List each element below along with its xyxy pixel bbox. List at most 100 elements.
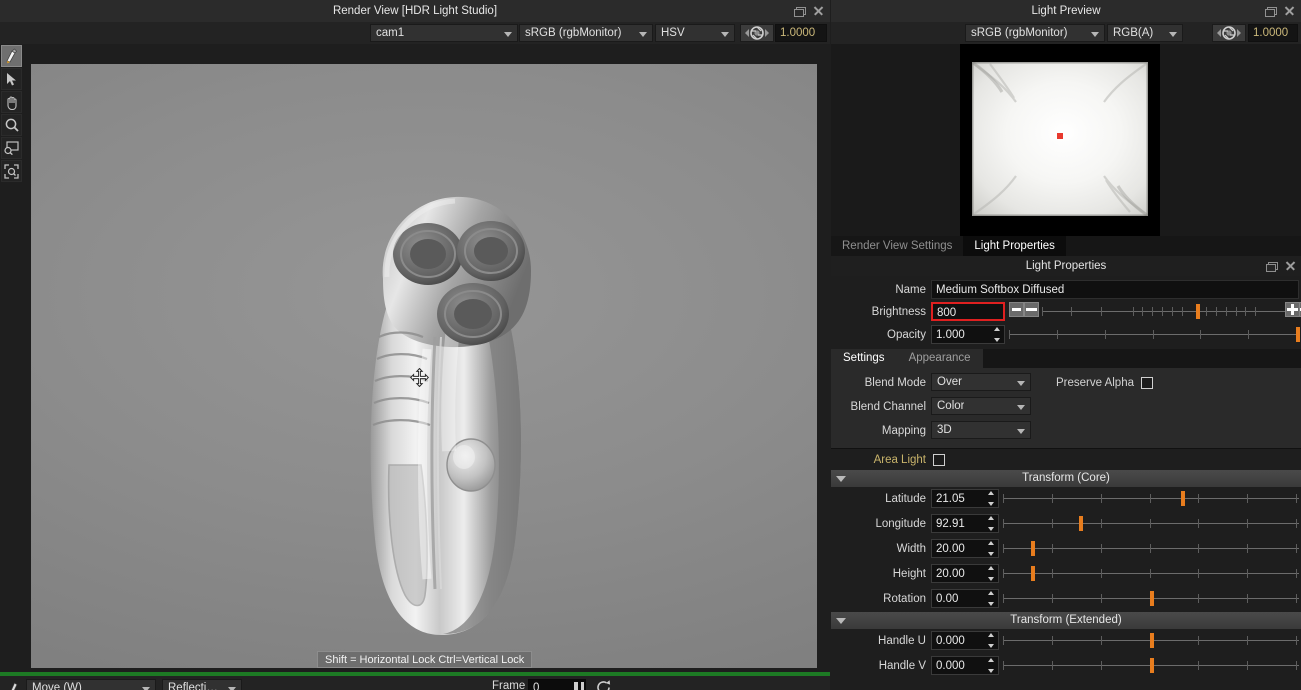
transform-core-slider-handle[interactable] <box>1079 516 1084 531</box>
opacity-stepper[interactable] <box>992 327 1003 342</box>
area-light-checkbox[interactable] <box>933 454 945 466</box>
opacity-input[interactable]: 1.000 <box>931 325 1005 344</box>
aperture-icon[interactable] <box>740 24 774 42</box>
transform-extended-input[interactable]: 0.000 <box>931 631 999 650</box>
transform-core-input[interactable]: 21.05 <box>931 489 999 508</box>
chevron-down-icon <box>504 32 512 37</box>
transform-core-slider[interactable] <box>1003 489 1299 508</box>
transform-extended-slider-handle[interactable] <box>1149 658 1154 673</box>
light-position-marker[interactable] <box>1057 133 1063 139</box>
light-preview-channel-select[interactable]: RGB(A) <box>1107 24 1183 42</box>
transform-core-slider[interactable] <box>1003 514 1299 533</box>
light-preview-channel-value: RGB(A) <box>1113 26 1154 39</box>
brightness-slider-handle[interactable] <box>1196 304 1201 319</box>
close-icon[interactable] <box>1285 261 1295 271</box>
restore-icon[interactable] <box>1266 261 1278 272</box>
transform-core-stepper[interactable] <box>986 566 997 581</box>
transform-core-stepper[interactable] <box>986 541 997 556</box>
tab-light-properties[interactable]: Light Properties <box>963 236 1066 256</box>
transform-extended-header[interactable]: Transform (Extended) <box>831 612 1301 629</box>
transform-core-slider[interactable] <box>1003 539 1299 558</box>
zoom-tool[interactable] <box>1 114 22 136</box>
view-mode-select[interactable]: HSV <box>655 24 735 42</box>
mapping-select[interactable]: 3D <box>931 421 1031 439</box>
close-icon[interactable] <box>1284 6 1294 16</box>
transform-core-slider-handle[interactable] <box>1149 591 1154 606</box>
zoom-region-tool[interactable] <box>1 137 22 159</box>
view-mode-select-value: HSV <box>661 26 685 39</box>
opacity-slider[interactable] <box>1009 325 1301 344</box>
slider-track <box>1003 523 1299 524</box>
transform-core-slider[interactable] <box>1003 564 1299 583</box>
restore-icon[interactable] <box>1265 6 1277 17</box>
zoom-fit-tool[interactable] <box>1 160 22 182</box>
light-name-input[interactable]: Medium Softbox Diffused <box>931 280 1299 299</box>
transform-extended-label: Handle V <box>878 660 926 672</box>
mapping-row: Mapping 3D <box>831 419 1301 443</box>
brightness-decrease-small-button[interactable] <box>1009 302 1024 317</box>
transform-core-stepper[interactable] <box>986 491 997 506</box>
transform-core-value: 21.05 <box>936 493 965 505</box>
blend-channel-select[interactable]: Color <box>931 397 1031 415</box>
transform-extended-slider-handle[interactable] <box>1149 633 1154 648</box>
refresh-icon[interactable] <box>594 678 612 690</box>
transform-extended-slider[interactable] <box>1003 631 1299 650</box>
light-preview-colorspace-select[interactable]: sRGB (rgbMonitor) <box>965 24 1105 42</box>
brightness-slider[interactable] <box>1042 302 1287 321</box>
transform-core-input[interactable]: 20.00 <box>931 539 999 558</box>
camera-select[interactable]: cam1 <box>370 24 518 42</box>
aperture-icon[interactable] <box>1212 24 1246 42</box>
transform-core-value: 20.00 <box>936 543 965 555</box>
interaction-mode-select[interactable]: Reflection (D) <box>162 679 242 690</box>
name-label: Name <box>895 284 926 296</box>
brightness-input[interactable]: 800 <box>931 302 1005 321</box>
exposure-value[interactable]: 1.0000 <box>775 24 827 42</box>
tab-appearance[interactable]: Appearance <box>896 349 983 368</box>
blend-mode-label: Blend Mode <box>864 377 926 389</box>
transform-core-slider-handle[interactable] <box>1031 541 1036 556</box>
light-preview-exposure-value[interactable]: 1.0000 <box>1248 24 1298 42</box>
slider-track <box>1003 498 1299 499</box>
light-preview-window-buttons <box>1265 0 1294 22</box>
light-paint-tool[interactable] <box>1 45 22 67</box>
light-preview-image[interactable] <box>960 44 1160 236</box>
pause-icon[interactable] <box>571 680 587 690</box>
transform-core-input[interactable]: 0.00 <box>931 589 999 608</box>
restore-icon[interactable] <box>794 6 806 17</box>
blend-mode-select[interactable]: Over <box>931 373 1031 391</box>
opacity-slider-handle[interactable] <box>1296 327 1301 342</box>
mapping-label: Mapping <box>881 425 926 437</box>
transform-core-slider-handle[interactable] <box>1031 566 1036 581</box>
select-tool[interactable] <box>1 68 22 90</box>
preserve-alpha-checkbox[interactable] <box>1141 377 1153 389</box>
transform-extended-stepper[interactable] <box>986 633 997 648</box>
brightness-increase-large-button[interactable] <box>1285 302 1300 317</box>
transform-core-value: 92.91 <box>936 518 965 530</box>
tab-render-view-settings[interactable]: Render View Settings <box>831 236 964 256</box>
transform-extended-input[interactable]: 0.000 <box>931 656 999 675</box>
colorspace-select[interactable]: sRGB (rgbMonitor) <box>519 24 653 42</box>
transform-core-header[interactable]: Transform (Core) <box>831 470 1301 487</box>
transform-core-title: Transform (Core) <box>1022 472 1110 484</box>
transform-core-stepper[interactable] <box>986 591 997 606</box>
tab-settings[interactable]: Settings <box>831 349 897 368</box>
chevron-down-icon <box>836 476 846 482</box>
transform-core-slider-handle[interactable] <box>1180 491 1185 506</box>
transform-core-input[interactable]: 20.00 <box>931 564 999 583</box>
move-mode-select[interactable]: Move (W) <box>26 679 156 690</box>
transform-core-stepper[interactable] <box>986 516 997 531</box>
pan-tool[interactable] <box>1 91 22 113</box>
light-paint-icon[interactable] <box>2 677 24 690</box>
transform-core-label: Height <box>892 568 926 580</box>
transform-core-row: Rotation 0.00 <box>831 587 1301 612</box>
transform-core-label: Rotation <box>883 593 926 605</box>
render-view-panel: Render View [HDR Light Studio] cam1 sRGB… <box>0 0 830 690</box>
transform-extended-stepper[interactable] <box>986 658 997 673</box>
transform-core-slider[interactable] <box>1003 589 1299 608</box>
close-icon[interactable] <box>813 6 823 16</box>
transform-extended-title: Transform (Extended) <box>1010 614 1122 626</box>
brightness-decrease-large-button[interactable] <box>1024 302 1039 317</box>
render-canvas[interactable] <box>31 64 817 668</box>
transform-core-input[interactable]: 92.91 <box>931 514 999 533</box>
transform-extended-slider[interactable] <box>1003 656 1299 675</box>
